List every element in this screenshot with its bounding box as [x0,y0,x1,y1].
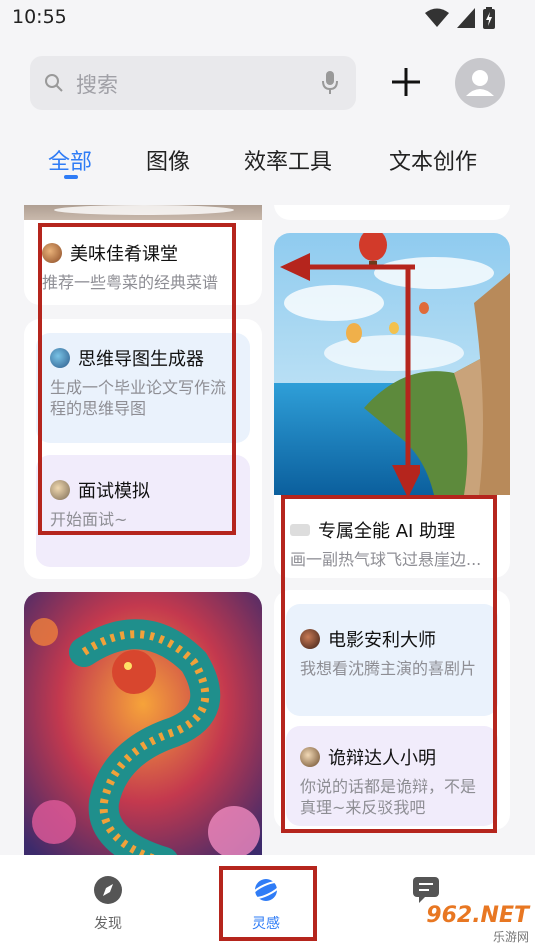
card-subtitle: 画一副热气球飞过悬崖边... [290,550,482,569]
card-subtitle: 你说的话都是诡辩，不是真理~来反驳我吧 [300,777,477,817]
card-subtitle: 生成一个毕业论文写作流程的思维导图 [50,378,227,418]
planet-icon [250,879,282,901]
add-button[interactable] [388,64,424,100]
chat-icon [413,877,439,903]
card-mindmap[interactable]: 思维导图生成器 生成一个毕业论文写作流程的思维导图 [36,333,250,443]
search-input[interactable]: 搜索 [30,56,356,110]
watermark: 962.NET 乐游网 [426,903,529,945]
card-dragon[interactable] [24,592,262,855]
interviewer-avatar-icon [50,480,70,500]
nav-label: 发现 [94,916,122,932]
card-partial-top[interactable] [274,205,510,220]
search-placeholder: 搜索 [76,73,118,97]
card-subtitle: 推荐一些粤菜的经典菜谱 [42,273,219,292]
card-title: 电影安利大师 [300,626,484,652]
card-title: 思维导图生成器 [50,345,236,371]
assistant-logo-icon [290,524,310,536]
card-sophist[interactable]: 诡辩达人小明 你说的话都是诡辩，不是真理~来反驳我吧 [286,726,498,826]
card-title: 美味佳肴课堂 [42,240,246,266]
brain-avatar-icon [50,348,70,368]
wifi-icon [425,8,449,27]
card-group-left: 思维导图生成器 生成一个毕业论文写作流程的思维导图 面试模拟 开始面试~ [24,319,262,579]
microphone-icon[interactable] [322,71,338,95]
tab-productivity[interactable]: 效率工具 [244,144,332,176]
card-group-right: 电影安利大师 我想看沈腾主演的喜剧片 诡辩达人小明 你说的话都是诡辩，不是真理~… [274,590,510,830]
chef-avatar-icon [42,243,62,263]
dragon-image [24,592,262,855]
card-title: 专属全能 AI 助理 [290,517,500,543]
annotation-arrow [280,253,420,498]
tab-indicator [64,175,78,179]
nav-discover[interactable]: 发现 [68,875,148,933]
card-title: 面试模拟 [50,477,236,503]
bottom-nav: 发现 灵感 962.NET 乐游网 [0,855,535,951]
feed: 美味佳肴课堂 推荐一些粤菜的经典菜谱 思维导图生成器 生成一个毕业论文写作流程的… [0,205,535,855]
watermark-site: 乐游网 [492,930,529,944]
watermark-brand: 962.NET [426,903,529,928]
sophist-avatar-icon [300,747,320,767]
card-image [24,205,262,220]
card-title-text: 电影安利大师 [328,630,436,651]
tab-text-creation[interactable]: 文本创作 [389,144,477,176]
card-title-text: 美味佳肴课堂 [70,244,178,265]
search-icon [45,74,63,92]
tab-all[interactable]: 全部 [48,144,92,176]
card-interview[interactable]: 面试模拟 开始面试~ [36,455,250,567]
avatar[interactable] [455,58,505,108]
signal-icon [457,8,475,28]
category-tabs: 全部 图像 效率工具 文本创作 [0,140,535,190]
user-icon [466,70,494,96]
compass-icon [94,876,122,904]
status-icons [425,7,495,29]
card-title-text: 诡辩达人小明 [328,748,436,769]
card-title-text: 专属全能 AI 助理 [318,521,456,542]
battery-icon [483,7,495,29]
card-title: 诡辩达人小明 [300,744,484,770]
nav-inspiration[interactable]: 灵感 [226,875,306,933]
card-title-text: 面试模拟 [78,481,150,502]
card-subtitle: 开始面试~ [50,510,128,529]
movie-avatar-icon [300,629,320,649]
nav-label: 灵感 [252,916,280,932]
card-subtitle: 我想看沈腾主演的喜剧片 [300,659,477,678]
status-bar: 10:55 [0,0,535,40]
card-movie-recommender[interactable]: 电影安利大师 我想看沈腾主演的喜剧片 [286,604,498,716]
tab-image[interactable]: 图像 [146,144,190,176]
card-cooking[interactable]: 美味佳肴课堂 推荐一些粤菜的经典菜谱 [24,205,262,305]
status-time: 10:55 [12,6,67,28]
card-title-text: 思维导图生成器 [78,349,204,370]
